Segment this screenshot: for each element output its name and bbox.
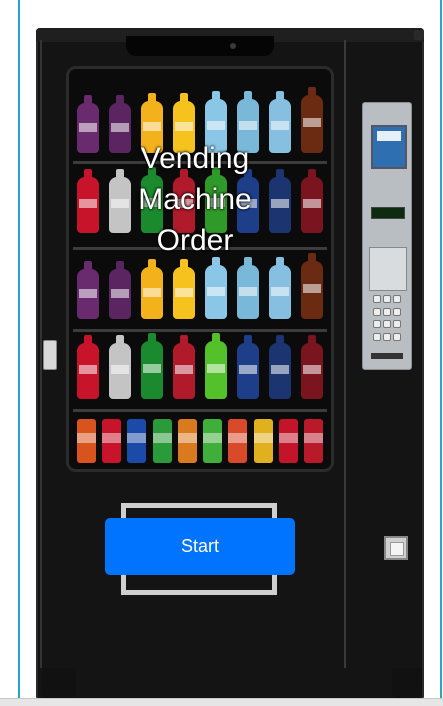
machine-top-vent [126,36,274,56]
machine-foot-right [392,668,422,698]
shelf [73,329,327,332]
frame-line-right [440,0,442,700]
bottle-item [269,169,291,233]
bottle-item [205,333,227,399]
can-item [177,419,197,463]
keypad-icon [373,295,401,343]
coin-return [371,353,403,359]
title-line-1: Vending [140,142,250,175]
bottle-item [109,335,131,399]
machine-door-divider [344,40,346,668]
product-row [77,419,323,463]
can-item [203,419,223,463]
bill-acceptor [369,247,407,291]
bottle-item [205,257,227,319]
bottle-item [301,253,323,319]
start-button[interactable]: Start [105,518,295,575]
bottle-item [77,169,99,233]
bottle-item [301,335,323,399]
bottle-item [269,335,291,399]
bottle-item [269,257,291,319]
bottle-item [77,335,99,399]
can-item [127,419,147,463]
bottle-item [77,95,99,153]
bottle-item [237,335,259,399]
bottle-item [301,87,323,153]
card-reader-screen [371,125,407,169]
vending-machine-image [36,28,424,700]
bottle-item [237,257,259,319]
machine-left-edge [40,40,42,668]
title-line-2: Machine [138,183,252,216]
page-title: Vending Machine Order [120,138,270,261]
product-row [77,253,323,319]
machine-foot-left [42,668,76,698]
bottle-item [141,259,163,319]
can-item [102,419,122,463]
frame-line-left [18,0,20,700]
bottle-item [109,261,131,319]
can-item [152,419,172,463]
payment-panel [362,102,412,370]
can-item [303,419,323,463]
machine-hinge [414,30,424,40]
can-item [228,419,248,463]
product-row [77,333,323,399]
bottle-item [269,91,291,153]
bottle-item [141,333,163,399]
title-line-3: Order [156,224,234,257]
door-latch-icon [43,340,57,370]
product-window [66,66,334,472]
can-item [278,419,298,463]
return-door-icon [384,536,408,560]
bottle-item [77,261,99,319]
shelf [73,409,327,412]
bottle-item [173,259,195,319]
price-display [371,207,405,219]
bottle-item [173,335,195,399]
can-item [253,419,273,463]
bottle-item [301,169,323,233]
can-item [77,419,96,463]
